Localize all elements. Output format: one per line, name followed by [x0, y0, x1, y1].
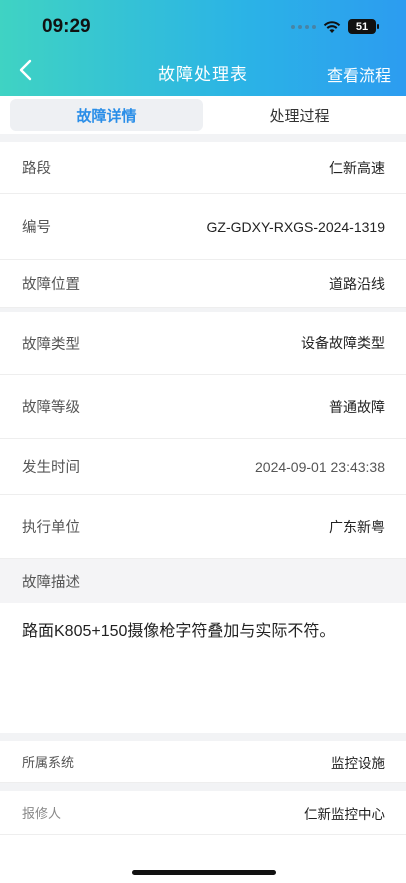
field-row-type: 故障类型 设备故障类型 — [0, 312, 406, 375]
field-label: 编号 — [22, 220, 51, 236]
battery-icon: 51 — [348, 19, 379, 34]
divider — [0, 134, 406, 142]
field-label: 执行单位 — [22, 520, 80, 536]
field-value: 道路沿线 — [329, 275, 385, 292]
divider — [0, 783, 406, 791]
field-value: 普通故障 — [329, 398, 385, 415]
field-label: 故障类型 — [22, 336, 80, 353]
field-row-time: 发生时间 2024-09-01 23:43:38 — [0, 439, 406, 495]
field-value: GZ-GDXY-RXGS-2024-1319 — [206, 218, 385, 235]
field-row-unit: 执行单位 广东新粤 — [0, 495, 406, 559]
field-value: 设备故障类型 — [301, 335, 385, 351]
divider — [0, 733, 406, 741]
status-time: 09:29 — [42, 16, 91, 37]
home-indicator — [132, 870, 276, 875]
signal-dots-icon — [291, 24, 316, 29]
field-label: 故障等级 — [22, 400, 80, 416]
field-label: 报修人 — [22, 806, 62, 821]
tab-fault-detail[interactable]: 故障详情 — [10, 99, 203, 131]
description-header: 故障描述 — [0, 559, 406, 603]
app-header: 09:29 51 故障处理表 查看流程 — [0, 0, 406, 96]
field-value: 仁新监控中心 — [304, 806, 385, 822]
view-flow-button[interactable]: 查看流程 — [327, 62, 391, 86]
tab-process[interactable]: 处理过程 — [203, 99, 396, 131]
field-value: 2024-09-01 23:43:38 — [255, 458, 385, 475]
field-value: 仁新高速 — [329, 159, 385, 176]
detail-list: 路段 仁新高速 编号 GZ-GDXY-RXGS-2024-1319 故障位置 道… — [0, 142, 406, 835]
field-row-system: 所属系统 监控设施 — [0, 741, 406, 783]
field-row-road: 路段 仁新高速 — [0, 142, 406, 194]
field-label: 发生时间 — [22, 460, 80, 476]
field-value: 监控设施 — [331, 755, 385, 771]
status-icons: 51 — [291, 19, 379, 34]
field-label: 故障位置 — [22, 277, 80, 293]
field-label: 所属系统 — [22, 755, 75, 770]
wifi-icon — [323, 20, 341, 34]
field-row-reporter: 报修人 仁新监控中心 — [0, 791, 406, 835]
field-row-code: 编号 GZ-GDXY-RXGS-2024-1319 — [0, 194, 406, 260]
field-value: 广东新粤 — [329, 518, 385, 535]
field-label: 路段 — [22, 161, 51, 177]
field-row-level: 故障等级 普通故障 — [0, 375, 406, 439]
tab-bar: 故障详情 处理过程 — [0, 96, 406, 134]
field-row-location: 故障位置 道路沿线 — [0, 260, 406, 308]
description-text: 路面K805+150摄像枪字符叠加与实际不符。 — [0, 603, 406, 733]
